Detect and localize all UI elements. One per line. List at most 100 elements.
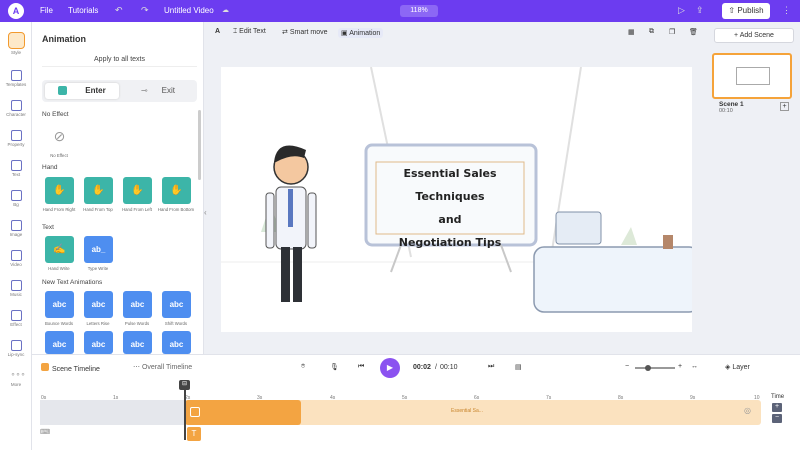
menu-tutorials[interactable]: Tutorials bbox=[68, 6, 98, 15]
apply-to-all-button[interactable]: Apply to all texts bbox=[42, 52, 197, 67]
rail-image[interactable]: Image bbox=[0, 220, 32, 237]
add-scene-button[interactable]: + Add Scene bbox=[714, 28, 794, 43]
rail-label: Lip-sync bbox=[7, 352, 25, 357]
time-increase-button[interactable]: + bbox=[772, 403, 782, 412]
rail-property[interactable]: Property bbox=[0, 130, 32, 147]
track-empty-region bbox=[40, 400, 185, 425]
tab-enter[interactable]: Enter bbox=[45, 83, 119, 99]
exit-icon: ⊸ bbox=[140, 86, 148, 95]
tab-scene-timeline[interactable]: Scene Timeline bbox=[41, 363, 100, 373]
rail-character[interactable]: Character bbox=[0, 100, 32, 117]
rail-label: Video bbox=[10, 262, 22, 267]
edit-text-label: Edit Text bbox=[239, 28, 266, 35]
rail-bg[interactable]: Bg bbox=[0, 190, 32, 207]
rail-text[interactable]: Text bbox=[0, 160, 32, 177]
card-label: Type Write bbox=[87, 266, 109, 271]
time-separator: / bbox=[435, 364, 437, 371]
rail-video[interactable]: Video bbox=[0, 250, 32, 267]
hand-from-right-card[interactable]: ✋ bbox=[45, 177, 74, 204]
rail-style[interactable]: Style bbox=[0, 32, 32, 55]
text-layer-icon[interactable]: T bbox=[187, 427, 201, 441]
scene-canvas[interactable]: Essential Sales Techniques and Negotiati… bbox=[221, 67, 692, 332]
rail-templates[interactable]: Templates bbox=[0, 70, 32, 87]
shift-words-card[interactable]: abc bbox=[162, 291, 191, 318]
pulse-words-card[interactable]: abc bbox=[123, 291, 152, 318]
more-menu-icon[interactable]: ⋮ bbox=[782, 5, 791, 16]
app-logo-icon[interactable]: A bbox=[8, 3, 24, 19]
fit-width-icon[interactable]: ↔ bbox=[691, 363, 698, 370]
rail-lipsync[interactable]: Lip-sync bbox=[0, 340, 32, 357]
bounce-words-card[interactable]: abc bbox=[45, 291, 74, 318]
scene-label: Scene 1 bbox=[719, 101, 744, 108]
clip-handle-icon[interactable] bbox=[190, 407, 200, 417]
redo-icon[interactable]: ↷ bbox=[141, 5, 149, 16]
hand-write-card[interactable]: ✍ bbox=[45, 236, 74, 263]
cloud-save-icon: ☁ bbox=[222, 7, 229, 14]
animation-panel: Animation Apply to all texts Enter ⊸ Exit… bbox=[32, 22, 204, 354]
animation-button[interactable]: ▣ Animation bbox=[338, 28, 384, 38]
playhead[interactable] bbox=[184, 382, 186, 440]
video-icon bbox=[10, 250, 22, 261]
hand-from-bottom-card[interactable]: ✋ bbox=[162, 177, 191, 204]
skip-forward-icon[interactable]: ⏭ bbox=[488, 363, 494, 371]
camera-icon[interactable]: ⌾ bbox=[301, 363, 305, 371]
duplicate-icon[interactable]: ❐ bbox=[669, 28, 675, 36]
animation-card[interactable]: abc bbox=[84, 331, 113, 354]
zoom-level[interactable]: 118% bbox=[400, 5, 438, 17]
caption-icon[interactable]: ▤ bbox=[515, 363, 522, 371]
templates-icon bbox=[10, 70, 22, 81]
text-color-icon[interactable]: A bbox=[215, 28, 220, 35]
rail-label: Bg bbox=[13, 202, 19, 207]
layer-toggle[interactable]: ◈ Layer bbox=[725, 363, 750, 371]
tab-overall-timeline[interactable]: ⋯ Overall Timeline bbox=[133, 363, 192, 371]
animation-card[interactable]: abc bbox=[162, 331, 191, 354]
scene-thumbnail[interactable] bbox=[712, 53, 792, 99]
edit-text-button[interactable]: ⌶ Edit Text bbox=[233, 28, 266, 36]
skip-back-icon[interactable]: ⏮ bbox=[358, 363, 364, 371]
rail-music[interactable]: Music bbox=[0, 280, 32, 297]
animation-card[interactable]: abc bbox=[123, 331, 152, 354]
no-effect-card[interactable]: ⊘ bbox=[45, 123, 74, 150]
smart-move-button[interactable]: ⇄ Smart move bbox=[282, 28, 328, 36]
zoom-in-icon[interactable]: + bbox=[678, 363, 682, 370]
menu-file[interactable]: File bbox=[40, 6, 53, 15]
hand-from-top-card[interactable]: ✋ bbox=[84, 177, 113, 204]
share-icon[interactable]: ⇪ bbox=[696, 5, 704, 16]
total-time: 00:10 bbox=[440, 364, 458, 371]
undo-icon[interactable]: ↶ bbox=[115, 5, 123, 16]
zoom-out-icon[interactable]: − bbox=[625, 363, 629, 370]
mic-icon[interactable]: 🎙 bbox=[330, 363, 339, 371]
text-track-enter-segment[interactable] bbox=[185, 400, 301, 425]
letters-rise-card[interactable]: abc bbox=[84, 291, 113, 318]
grid-icon[interactable]: ▦ bbox=[628, 28, 635, 36]
card-label: Shift Words bbox=[164, 321, 188, 326]
play-button[interactable]: ▶ bbox=[380, 358, 400, 378]
effect-icon bbox=[10, 310, 22, 321]
playhead-handle[interactable]: ⊟ bbox=[179, 380, 190, 390]
type-write-card[interactable]: ab_ bbox=[84, 236, 113, 263]
delete-icon[interactable]: 🗑 bbox=[689, 28, 698, 36]
scene-add-icon[interactable]: + bbox=[780, 102, 789, 111]
time-decrease-button[interactable]: − bbox=[772, 414, 782, 423]
rail-label: Character bbox=[6, 112, 26, 117]
preview-play-icon[interactable]: ▷ bbox=[678, 5, 685, 16]
collapse-panel-icon[interactable]: ‹ bbox=[204, 208, 207, 217]
overall-timeline-icon: ⋯ bbox=[133, 364, 142, 371]
lipsync-icon bbox=[10, 340, 22, 351]
tab-exit[interactable]: ⊸ Exit bbox=[122, 83, 194, 99]
video-title[interactable]: Untitled Video bbox=[164, 6, 214, 15]
animation-card[interactable]: abc bbox=[45, 331, 74, 354]
rail-more[interactable]: ∘∘∘ More bbox=[0, 370, 32, 387]
animation-label: Animation bbox=[349, 30, 381, 37]
visibility-icon[interactable]: ◎ bbox=[744, 406, 751, 415]
smart-move-label: Smart move bbox=[289, 29, 328, 36]
slide-text-block[interactable]: Essential Sales Techniques and Negotiati… bbox=[376, 162, 524, 254]
layers-icon[interactable]: ⧉ bbox=[649, 28, 654, 36]
zoom-slider-thumb[interactable] bbox=[645, 365, 651, 371]
panel-scrollbar[interactable] bbox=[198, 110, 201, 180]
publish-button[interactable]: ⇧ Publish bbox=[722, 3, 770, 19]
hand-from-left-card[interactable]: ✋ bbox=[123, 177, 152, 204]
rail-effect[interactable]: Effect bbox=[0, 310, 32, 327]
zoom-slider[interactable] bbox=[635, 365, 675, 371]
keyboard-icon[interactable]: ⌨ bbox=[40, 428, 50, 436]
